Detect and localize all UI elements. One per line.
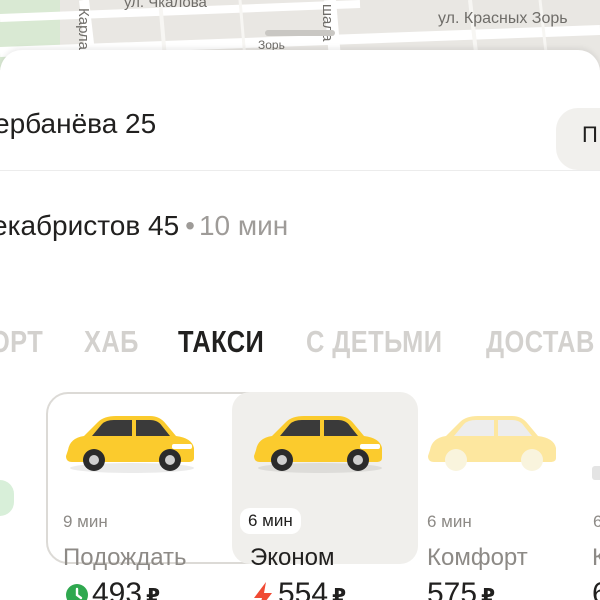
- tab-sport[interactable]: ОРТ: [0, 324, 43, 360]
- tariff-name: Эконом: [250, 544, 335, 571]
- tariff-eta: 6 мин: [427, 512, 472, 531]
- entrance-button-label: П: [582, 122, 598, 147]
- separator-dot: •: [185, 210, 195, 241]
- tariff-price: 554 ₽: [278, 577, 346, 600]
- lightning-icon: [254, 582, 272, 600]
- taxi-car-icon: [428, 416, 556, 471]
- tariff-name: К: [592, 544, 600, 571]
- tariff-price: 493 ₽: [92, 577, 160, 600]
- trip-duration: 10 мин: [198, 210, 289, 241]
- ruble-sign: ₽: [332, 586, 346, 600]
- tariff-card-partial[interactable]: 6 К 6: [578, 392, 600, 600]
- tariff-name: Комфорт: [427, 544, 528, 571]
- taxi-car-icon: [254, 416, 382, 473]
- tariff-card-wait[interactable]: 9 мин Подождать 493 ₽: [46, 392, 232, 600]
- tariff-card-economy[interactable]: 6 мин Эконом 554 ₽: [232, 392, 418, 600]
- clock-icon: [66, 584, 88, 600]
- price-value: 493: [92, 577, 143, 600]
- pickup-address-row[interactable]: ербанёва 25 П: [0, 70, 600, 171]
- tariff-eta: 9 мин: [63, 512, 108, 531]
- destination-address: екабристов 45: [0, 210, 180, 241]
- tab-with-kids[interactable]: С ДЕТЬМИ: [306, 324, 442, 360]
- map-street-label: Карла: [75, 8, 92, 51]
- price-value: 575: [427, 577, 478, 600]
- order-sheet: ербанёва 25 П екабристов 45•10 мин ОРТ Х…: [0, 30, 600, 600]
- tariff-card-comfort[interactable]: 6 мин Комфорт 575 ₽: [418, 392, 578, 600]
- green-leaf-icon[interactable]: [0, 480, 14, 516]
- tariff-eta: 6: [593, 512, 600, 531]
- tab-taxi[interactable]: ТАКСИ: [178, 324, 264, 360]
- app-screen: ул. Чкалова ул. Красных Зорь Зорь Карла …: [0, 0, 600, 600]
- service-tabs: ОРТ ХАБ ТАКСИ С ДЕТЬМИ ДОСТАВ: [0, 324, 600, 364]
- ruble-sign: ₽: [146, 586, 160, 600]
- price-value: 554: [278, 577, 329, 600]
- pickup-address: ербанёва 25: [0, 108, 157, 139]
- map-street-label: ул. Чкалова: [124, 0, 207, 11]
- tab-delivery[interactable]: ДОСТАВ: [486, 324, 595, 360]
- tariff-name: Подождать: [63, 544, 187, 571]
- destination-row[interactable]: екабристов 45 • 10 мин: [0, 210, 600, 250]
- sheet-grabber[interactable]: [265, 30, 335, 36]
- tariff-carousel: 9 мин Подождать 493 ₽ 6 мин Эконом 554 ₽…: [0, 392, 600, 600]
- tariff-price: 6: [592, 577, 600, 600]
- tariff-eta: 6 мин: [240, 508, 301, 534]
- tariff-price: 575 ₽: [427, 577, 495, 600]
- destination-address-line: екабристов 45 • 10 мин: [0, 210, 288, 242]
- tab-hub[interactable]: ХАБ: [84, 324, 139, 360]
- ruble-sign: ₽: [481, 586, 495, 600]
- taxi-car-icon: [66, 416, 194, 473]
- car-fragment-icon: [592, 466, 600, 480]
- entrance-button[interactable]: П: [556, 108, 600, 170]
- map-street-label: ул. Красных Зорь: [438, 10, 568, 27]
